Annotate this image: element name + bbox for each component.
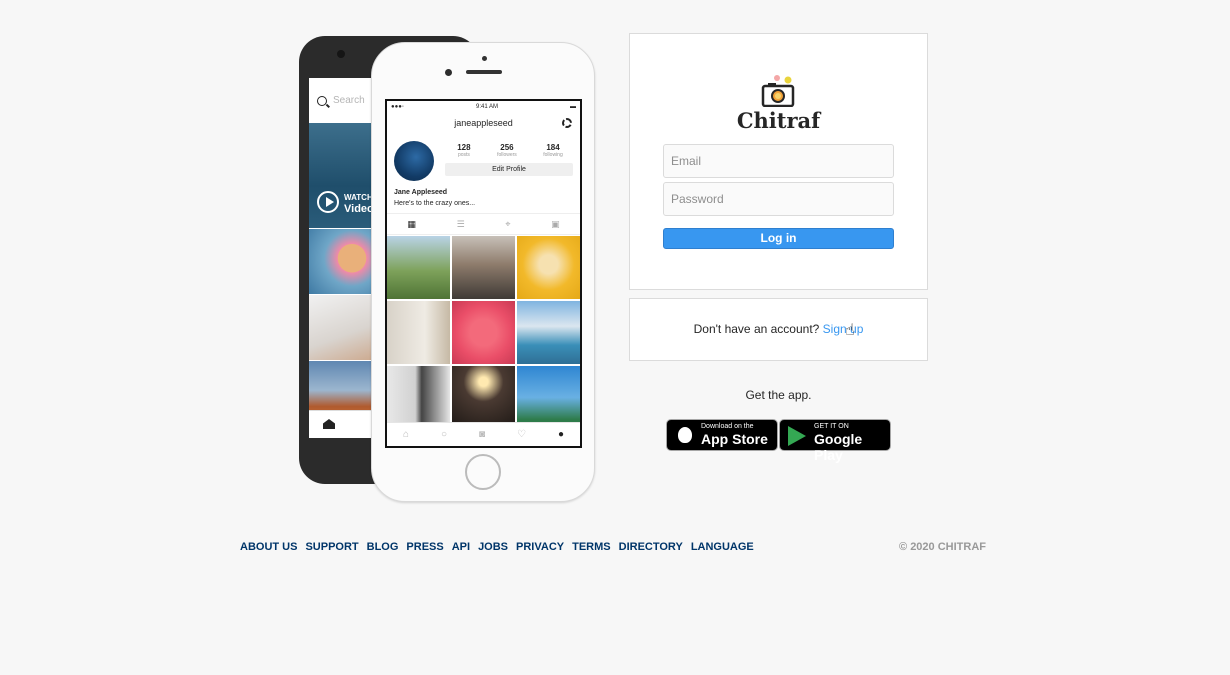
footer-nav: ABOUT US SUPPORT BLOG PRESS API JOBS PRI… xyxy=(240,541,762,553)
phone-bottom-nav: ⌂ ○ ◙ ♡ ● xyxy=(387,422,580,446)
bio-text: Here's to the crazy ones... xyxy=(394,200,476,207)
grid-photo xyxy=(517,236,580,299)
stat-followers: 256 followers xyxy=(497,143,517,158)
signup-card: Don't have an account? Sign up xyxy=(629,298,928,361)
status-time: 9:41 AM xyxy=(475,104,498,110)
profile-bio: Jane Appleseed Here's to the crazy ones.… xyxy=(394,187,475,209)
home-button xyxy=(465,454,501,490)
speaker-grille xyxy=(466,70,502,74)
photo-grid xyxy=(387,236,580,429)
footer-link-api[interactable]: API xyxy=(452,541,470,553)
explore-search-placeholder: Search xyxy=(333,95,365,106)
signup-prompt: Don't have an account? xyxy=(693,322,820,336)
tagged-icon: ▣ xyxy=(551,218,560,229)
battery-icon: ▬ xyxy=(569,104,576,110)
brand-name: Chitraf xyxy=(736,108,821,133)
grid-photo xyxy=(517,301,580,364)
app-store-big-text: App Store xyxy=(701,431,768,447)
password-field[interactable] xyxy=(663,182,894,216)
google-play-icon xyxy=(788,426,806,446)
hand-cursor-icon: ☝ xyxy=(845,322,855,339)
grid-photo xyxy=(452,366,515,429)
grid-icon: ▦ xyxy=(407,218,416,229)
avatar xyxy=(394,141,434,181)
grid-photo xyxy=(452,236,515,299)
list-icon: ☰ xyxy=(456,218,465,229)
profile-tab-bar: ▦ ☰ ⌖ ▣ xyxy=(387,213,580,235)
app-store-badge[interactable]: Download on the App Store xyxy=(666,419,778,451)
google-play-badge[interactable]: GET IT ON Google Play xyxy=(779,419,891,463)
location-icon: ⌖ xyxy=(505,218,511,229)
grid-photo xyxy=(387,301,450,364)
gear-icon xyxy=(562,118,572,128)
apple-icon xyxy=(678,427,692,443)
signup-link[interactable]: Sign up xyxy=(823,322,864,336)
home-icon xyxy=(323,419,335,429)
search-icon xyxy=(317,95,327,106)
get-app-label: Get the app. xyxy=(745,388,812,402)
edit-profile-button: Edit Profile xyxy=(445,163,573,176)
profile-username: janeappleseed xyxy=(454,118,513,128)
login-button[interactable]: Log in xyxy=(663,228,894,249)
camera-dot xyxy=(337,50,345,58)
camera-icon: ◙ xyxy=(479,429,486,440)
stat-posts: 128 posts xyxy=(457,143,471,158)
grid-photo xyxy=(387,236,450,299)
footer-link-blog[interactable]: BLOG xyxy=(367,541,399,553)
app-store-small-text: Download on the xyxy=(701,423,754,430)
signal-icon: ●●●◦ xyxy=(391,104,404,110)
profile-header: janeappleseed xyxy=(387,113,580,135)
camera-logo-icon xyxy=(761,75,795,107)
footer-link-jobs[interactable]: JOBS xyxy=(478,541,508,553)
google-play-big-text: Google Play xyxy=(814,431,863,463)
google-play-small-text: GET IT ON xyxy=(814,423,849,430)
footer-link-about-us[interactable]: ABOUT US xyxy=(240,541,297,553)
profile-icon: ● xyxy=(557,429,565,440)
sensor-dot xyxy=(482,56,487,61)
footer-link-directory[interactable]: DIRECTORY xyxy=(619,541,683,553)
front-camera xyxy=(445,69,452,76)
profile-stats: 128 posts 256 followers 184 following xyxy=(444,143,576,158)
footer-link-support[interactable]: SUPPORT xyxy=(305,541,358,553)
bio-name: Jane Appleseed xyxy=(394,189,448,196)
grid-photo xyxy=(387,366,450,429)
email-field[interactable] xyxy=(663,144,894,178)
footer-link-language[interactable]: LANGUAGE xyxy=(691,541,754,553)
video-label-top: WATCH xyxy=(344,193,373,202)
stat-following: 184 following xyxy=(543,143,563,158)
home-icon: ⌂ xyxy=(402,429,410,440)
copyright: © 2020 CHITRAF xyxy=(899,541,986,553)
video-label-bottom: Video xyxy=(344,203,374,215)
phone-front-screen: ●●●◦ 9:41 AM ▬ janeappleseed 128 posts 25… xyxy=(385,99,582,448)
grid-photo xyxy=(517,366,580,429)
login-card: Chitraf Log in xyxy=(629,33,928,290)
grid-photo xyxy=(452,301,515,364)
search-icon: ○ xyxy=(441,429,448,440)
footer-link-press[interactable]: PRESS xyxy=(406,541,443,553)
footer-link-privacy[interactable]: PRIVACY xyxy=(516,541,564,553)
heart-icon: ♡ xyxy=(517,429,526,440)
status-bar: ●●●◦ 9:41 AM ▬ xyxy=(387,101,580,113)
footer-link-terms[interactable]: TERMS xyxy=(572,541,611,553)
play-icon xyxy=(317,191,339,213)
